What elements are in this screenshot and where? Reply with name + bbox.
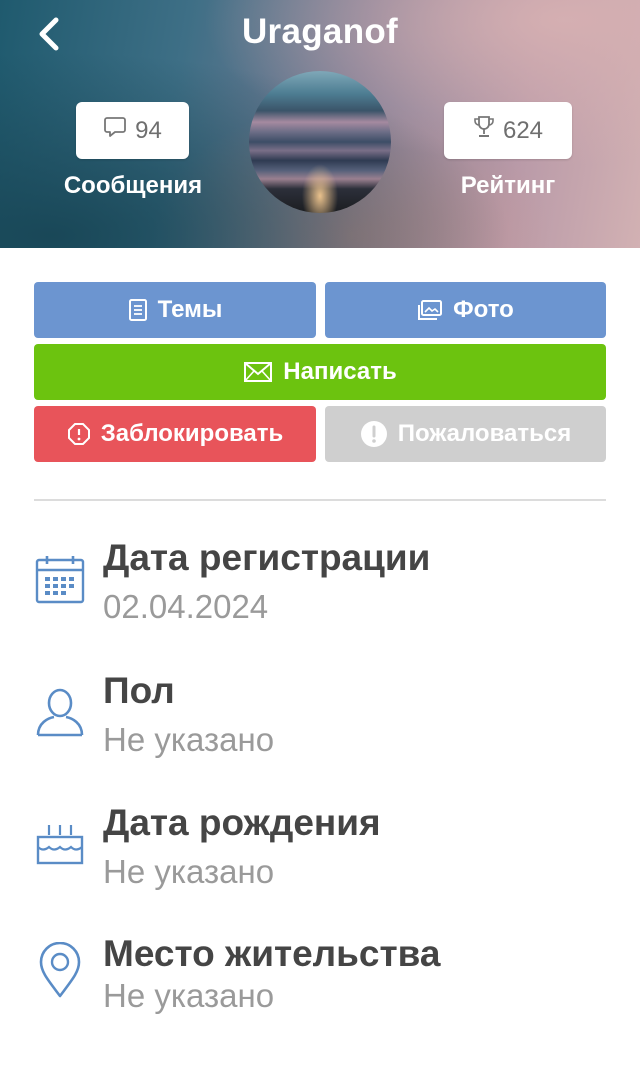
section-divider (34, 499, 606, 501)
image-icon (417, 299, 443, 321)
messages-label: Сообщения (63, 172, 203, 199)
write-message-button[interactable]: Написать (34, 344, 606, 400)
envelope-icon (243, 361, 273, 383)
report-user-label: Пожаловаться (397, 420, 572, 447)
document-icon (128, 298, 148, 322)
registration-date-value: 02.04.2024 (103, 588, 269, 625)
location-title: Место жительства (103, 933, 441, 974)
gender-title: Пол (103, 670, 175, 711)
registration-date-title: Дата регистрации (103, 537, 431, 578)
exclamation-circle-icon (360, 420, 388, 448)
photo-button[interactable]: Фото (325, 282, 606, 338)
chat-bubble-icon (103, 116, 127, 145)
person-icon (34, 685, 86, 737)
cake-icon (34, 815, 86, 867)
messages-count: 94 (135, 116, 162, 144)
birthday-title: Дата рождения (103, 802, 381, 843)
rating-count: 624 (502, 116, 544, 144)
block-user-button[interactable]: Заблокировать (34, 406, 316, 462)
avatar[interactable] (249, 71, 391, 213)
calendar-icon (34, 553, 86, 605)
messages-count-badge[interactable]: 94 (76, 102, 189, 159)
location-value: Не указано (103, 977, 275, 1014)
trophy-icon (473, 115, 495, 146)
rating-badge[interactable]: 624 (444, 102, 572, 159)
birthday-value: Не указано (103, 853, 275, 890)
map-pin-icon (34, 941, 86, 998)
profile-header: Uraganof 94 Сообщения 624 Рейтинг (0, 0, 640, 248)
topics-button[interactable]: Темы (34, 282, 316, 338)
profile-username: Uraganof (241, 12, 399, 51)
photo-button-label: Фото (453, 296, 514, 323)
topics-button-label: Темы (157, 296, 223, 323)
stop-octagon-icon (67, 422, 91, 446)
report-user-button[interactable]: Пожаловаться (325, 406, 606, 462)
rating-label: Рейтинг (460, 172, 556, 199)
write-message-label: Написать (283, 358, 397, 385)
gender-value: Не указано (103, 721, 275, 758)
block-user-label: Заблокировать (100, 420, 284, 447)
